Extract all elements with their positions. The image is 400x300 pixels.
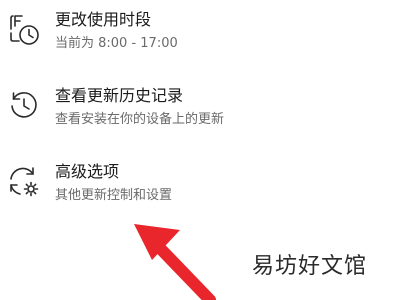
change-active-hours-option[interactable]: 更改使用时段 当前为 8:00 - 17:00: [0, 8, 400, 64]
clock-schedule-icon: [6, 12, 42, 48]
arrow-shaft: [150, 238, 216, 300]
refresh-gear-icon: [6, 164, 42, 200]
option-title: 查看更新历史记录: [55, 86, 184, 105]
watermark-text: 易坊好文馆: [252, 254, 368, 279]
option-title: 更改使用时段: [55, 10, 152, 29]
red-arrow-annotation: [118, 210, 228, 300]
option-title: 高级选项: [55, 162, 120, 181]
advanced-options-option[interactable]: 高级选项 其他更新控制和设置: [0, 160, 400, 216]
option-subtitle: 当前为 8:00 - 17:00: [55, 36, 178, 51]
history-icon: [6, 88, 42, 124]
view-update-history-option[interactable]: 查看更新历史记录 查看安装在你的设备上的更新: [0, 84, 400, 140]
option-subtitle: 其他更新控制和设置: [55, 188, 173, 203]
option-subtitle: 查看安装在你的设备上的更新: [55, 112, 225, 127]
